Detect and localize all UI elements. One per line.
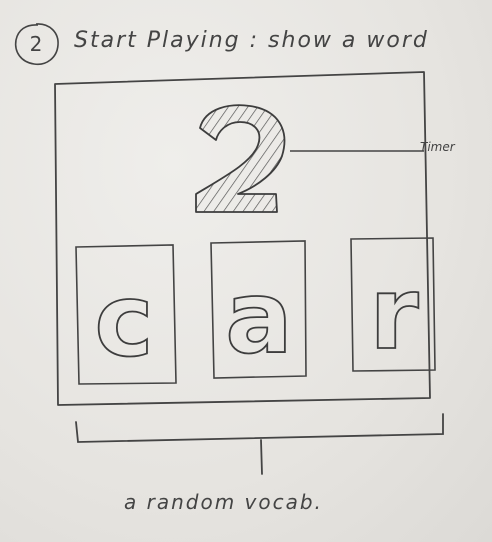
letter-glyph: c [94, 262, 153, 379]
step-title: Start Playing : show a word [74, 28, 429, 53]
letter-glyph: r [369, 255, 419, 372]
caption: a random vocab. [124, 490, 323, 514]
timer-digit [195, 104, 286, 213]
word-bracket [75, 413, 444, 475]
sketch-drawing: c a r [14, 23, 444, 475]
step-number: 2 [29, 32, 43, 56]
letter-glyph: a [225, 259, 292, 376]
timer-label: Timer [420, 140, 455, 154]
